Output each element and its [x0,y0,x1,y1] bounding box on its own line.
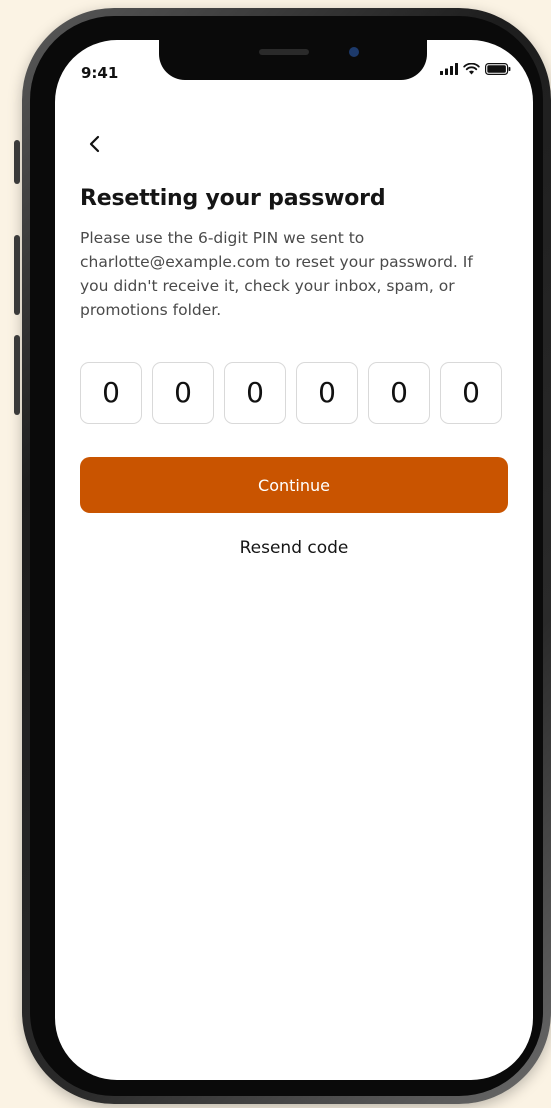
back-button[interactable] [83,132,107,156]
volume-up-button [14,235,20,315]
status-time: 9:41 [81,64,119,82]
speaker-grille [259,49,309,55]
page-title: Resetting your password [80,186,386,211]
chevron-left-icon [89,135,100,153]
continue-button[interactable]: Continue [80,457,508,513]
phone-screen: 9:41 Resetting your password Please use … [55,40,533,1080]
pin-digit-5[interactable] [368,362,430,424]
pin-input-row [80,362,502,424]
wifi-icon [463,63,480,75]
status-icons [440,63,511,75]
volume-down-button [14,335,20,415]
resend-code-link[interactable]: Resend code [55,538,533,558]
front-camera [349,47,359,57]
battery-icon [485,63,511,75]
pin-digit-1[interactable] [80,362,142,424]
pin-digit-6[interactable] [440,362,502,424]
notch [159,40,427,80]
pin-digit-2[interactable] [152,362,214,424]
pin-digit-4[interactable] [296,362,358,424]
pin-digit-3[interactable] [224,362,286,424]
mute-switch [14,140,20,184]
instructions-text: Please use the 6-digit PIN we sent to ch… [80,229,473,319]
signal-icon [440,63,458,75]
